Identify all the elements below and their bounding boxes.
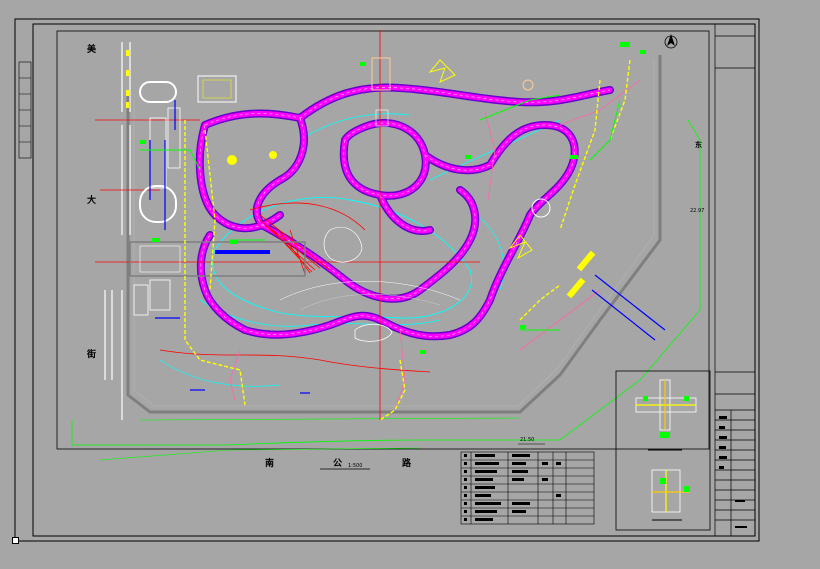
elevation-label-1: 21.50: [520, 437, 535, 443]
title-block-text-marks: [719, 416, 747, 528]
south-lawn-line: [139, 417, 521, 421]
scale-note: 1:500: [348, 463, 363, 469]
running-track-2: [139, 185, 177, 223]
north-roundel: [522, 79, 534, 91]
road-south-char-3: 路: [402, 459, 412, 469]
south-oval-feature: [354, 323, 393, 342]
road-south-char-2: 公: [333, 459, 343, 469]
legend-text-marks: [464, 454, 561, 521]
cad-drawing-canvas[interactable]: [0, 0, 820, 569]
south-road-line: [99, 447, 421, 461]
east-label: 东: [695, 141, 702, 149]
detail-drawing-2: [651, 469, 690, 521]
elevation-label-2: 22.97: [690, 208, 705, 214]
detail-drawing-1: [635, 379, 697, 451]
street-west-char-2: 大: [87, 196, 97, 206]
basketball-court-inner: [202, 79, 232, 99]
road-south-char-1: 南: [265, 459, 275, 469]
corner-marker: [12, 537, 19, 544]
street-west-char-3: 街: [87, 350, 97, 360]
plaza-blue-strip: [215, 250, 270, 254]
pond-water: [212, 197, 472, 319]
west-parking-lines: [104, 42, 131, 420]
left-strip-ticks: [19, 77, 31, 143]
running-track: [139, 81, 177, 103]
north-arrow-icon: [664, 34, 678, 49]
west-plaza-inner: [139, 245, 181, 273]
street-west-char-1: 美: [87, 45, 97, 55]
title-block: [714, 23, 756, 537]
